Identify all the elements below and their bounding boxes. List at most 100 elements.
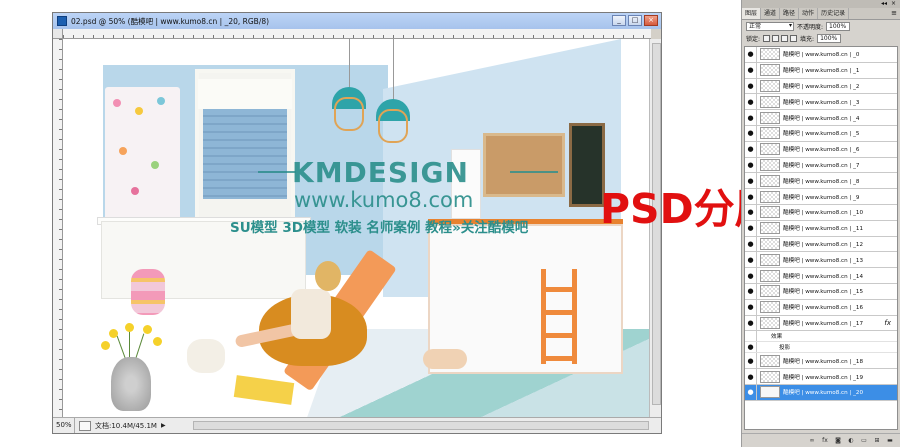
lock-position-icon[interactable] xyxy=(781,34,789,42)
visibility-eye-icon[interactable]: ● xyxy=(746,343,756,351)
flower xyxy=(101,341,110,350)
visibility-eye-icon[interactable]: ● xyxy=(746,319,756,327)
visibility-eye-icon[interactable]: ● xyxy=(746,193,756,201)
layer-thumbnail xyxy=(760,386,780,399)
blend-mode-select[interactable]: 正常 xyxy=(746,21,794,31)
tab-history[interactable]: 历史记录 xyxy=(818,8,850,19)
tab-channels[interactable]: 通道 xyxy=(761,8,781,19)
layer-row[interactable]: ● 酷模吧 | www.kumo8.cn | _17 fx xyxy=(745,315,897,332)
horizontal-ruler[interactable] xyxy=(63,29,651,39)
lock-transparent-icon[interactable] xyxy=(763,34,771,42)
layer-row[interactable]: ● 酷模吧 | www.kumo8.cn | _0 xyxy=(745,47,897,63)
visibility-eye-icon[interactable]: ● xyxy=(746,114,756,122)
layer-row[interactable]: ● 酷模吧 | www.kumo8.cn | _9 xyxy=(745,189,897,205)
layer-row[interactable]: ● 酷模吧 | www.kumo8.cn | _15 xyxy=(745,283,897,300)
tab-actions[interactable]: 动作 xyxy=(799,8,819,19)
vertical-ruler[interactable] xyxy=(53,39,63,419)
status-menu-arrow-icon[interactable]: ▶ xyxy=(161,422,166,429)
lamp-cage xyxy=(378,109,408,143)
visibility-eye-icon[interactable]: ● xyxy=(746,256,756,264)
effects-group-row[interactable]: 效果 xyxy=(745,331,897,343)
layer-row[interactable]: ● 酷模吧 | www.kumo8.cn | _8 xyxy=(745,173,897,190)
layer-row[interactable]: ● 酷模吧 | www.kumo8.cn | _2 xyxy=(745,78,897,95)
visibility-eye-icon[interactable]: ● xyxy=(746,177,756,185)
visibility-eye-icon[interactable]: ● xyxy=(746,129,756,137)
layers-panel: ◂◂ × 图层 通道 路径 动作 历史记录 ≡ 正常 不透明度: 100% 锁定… xyxy=(741,0,900,447)
trash-icon[interactable]: ▬ xyxy=(886,437,894,445)
layer-thumbnail xyxy=(760,174,780,187)
visibility-eye-icon[interactable]: ● xyxy=(746,240,756,248)
peg-decoration xyxy=(151,161,159,169)
peg-decoration xyxy=(157,97,165,105)
visibility-eye-icon[interactable]: ● xyxy=(746,50,756,58)
layer-row[interactable]: ● 酷模吧 | www.kumo8.cn | _1 xyxy=(745,62,897,79)
visibility-eye-icon[interactable]: ● xyxy=(746,161,756,169)
visibility-eye-icon[interactable]: ● xyxy=(746,66,756,74)
visibility-eye-icon[interactable]: ● xyxy=(746,373,756,381)
visibility-eye-icon[interactable]: ● xyxy=(746,357,756,365)
visibility-eye-icon[interactable]: ● xyxy=(746,208,756,216)
layer-row[interactable]: ● 酷模吧 | www.kumo8.cn | _18 xyxy=(745,353,897,370)
opacity-input[interactable]: 100% xyxy=(826,21,851,31)
horizontal-scrollbar[interactable] xyxy=(193,421,649,430)
layer-thumbnail xyxy=(760,111,780,124)
fill-label: 填充: xyxy=(800,35,815,43)
layer-row[interactable]: ● 酷模吧 | www.kumo8.cn | _12 xyxy=(745,236,897,253)
panel-collapse-icon[interactable]: ◂◂ xyxy=(881,0,887,8)
layer-row[interactable]: ● 酷模吧 | www.kumo8.cn | _19 xyxy=(745,369,897,385)
layer-row[interactable]: ● 酷模吧 | www.kumo8.cn | _11 xyxy=(745,220,897,237)
panel-close-icon[interactable]: × xyxy=(891,0,896,8)
lock-image-icon[interactable] xyxy=(772,34,780,42)
layer-row[interactable]: ● 酷模吧 | www.kumo8.cn | _6 xyxy=(745,141,897,158)
tab-paths[interactable]: 路径 xyxy=(780,8,800,19)
link-layers-icon[interactable]: ∞ xyxy=(808,437,816,445)
visibility-eye-icon[interactable]: ● xyxy=(746,98,756,106)
flower xyxy=(143,325,152,334)
document-titlebar[interactable]: 02.psd @ 50% (酷模吧 | www.kumo8.cn | _20, … xyxy=(53,13,661,29)
layer-name: 酷模吧 | www.kumo8.cn | _2 xyxy=(783,83,860,90)
layer-row[interactable]: ● 酷模吧 | www.kumo8.cn | _14 xyxy=(745,268,897,284)
fill-input[interactable]: 100% xyxy=(817,33,842,43)
visibility-eye-icon[interactable]: ● xyxy=(746,287,756,295)
layer-thumbnail xyxy=(760,269,780,282)
effects-label: 效果 xyxy=(771,334,783,341)
layer-row[interactable]: ● 酷模吧 | www.kumo8.cn | _3 xyxy=(745,94,897,111)
restore-button[interactable]: □ xyxy=(628,15,642,26)
close-button[interactable]: × xyxy=(644,15,658,26)
visibility-eye-icon[interactable]: ● xyxy=(746,82,756,90)
layer-row[interactable]: ● 酷模吧 | www.kumo8.cn | _10 xyxy=(745,204,897,221)
visibility-eye-icon[interactable]: ● xyxy=(746,303,756,311)
status-info-icon[interactable] xyxy=(79,420,91,431)
layer-row[interactable]: ● 酷模吧 | www.kumo8.cn | _4 xyxy=(745,110,897,126)
minimize-button[interactable]: _ xyxy=(612,15,626,26)
panel-menu-icon[interactable]: ≡ xyxy=(891,8,900,19)
tab-layers[interactable]: 图层 xyxy=(742,8,762,19)
visibility-eye-icon[interactable]: ● xyxy=(746,388,756,396)
add-style-fx-icon[interactable]: fx xyxy=(821,437,829,445)
layer-name: 酷模吧 | www.kumo8.cn | _1 xyxy=(783,68,860,75)
flower xyxy=(153,337,162,346)
ruler-corner[interactable] xyxy=(53,29,63,39)
new-group-folder-icon[interactable]: ▭ xyxy=(860,437,868,445)
visibility-eye-icon[interactable]: ● xyxy=(746,272,756,280)
watermark-brand: KMDESIGN xyxy=(292,156,469,189)
layer-row-selected[interactable]: ● 酷模吧 | www.kumo8.cn | _20 xyxy=(745,384,897,401)
adjustment-layer-icon[interactable]: ◐ xyxy=(847,437,855,445)
visibility-eye-icon[interactable]: ● xyxy=(746,145,756,153)
lamp-wire xyxy=(393,39,394,101)
lock-all-icon[interactable] xyxy=(790,34,798,42)
layer-row[interactable]: ● 酷模吧 | www.kumo8.cn | _5 xyxy=(745,125,897,142)
peg-decoration xyxy=(131,187,139,195)
layer-row[interactable]: ● 酷模吧 | www.kumo8.cn | _13 xyxy=(745,252,897,269)
layer-row[interactable]: ● 酷模吧 | www.kumo8.cn | _16 xyxy=(745,299,897,316)
girl-figure-hair xyxy=(315,261,341,291)
layer-effects-fx-icon[interactable]: fx xyxy=(884,319,891,327)
visibility-eye-icon[interactable]: ● xyxy=(746,224,756,232)
layer-thumbnail xyxy=(760,95,780,108)
zoom-level[interactable]: 50% xyxy=(53,418,75,433)
layer-thumbnail xyxy=(760,48,780,61)
effect-item-row[interactable]: ● 投影 xyxy=(745,342,897,354)
new-layer-icon[interactable]: ⊞ xyxy=(873,437,881,445)
add-mask-icon[interactable]: ◙ xyxy=(834,437,842,445)
layer-row[interactable]: ● 酷模吧 | www.kumo8.cn | _7 xyxy=(745,157,897,174)
